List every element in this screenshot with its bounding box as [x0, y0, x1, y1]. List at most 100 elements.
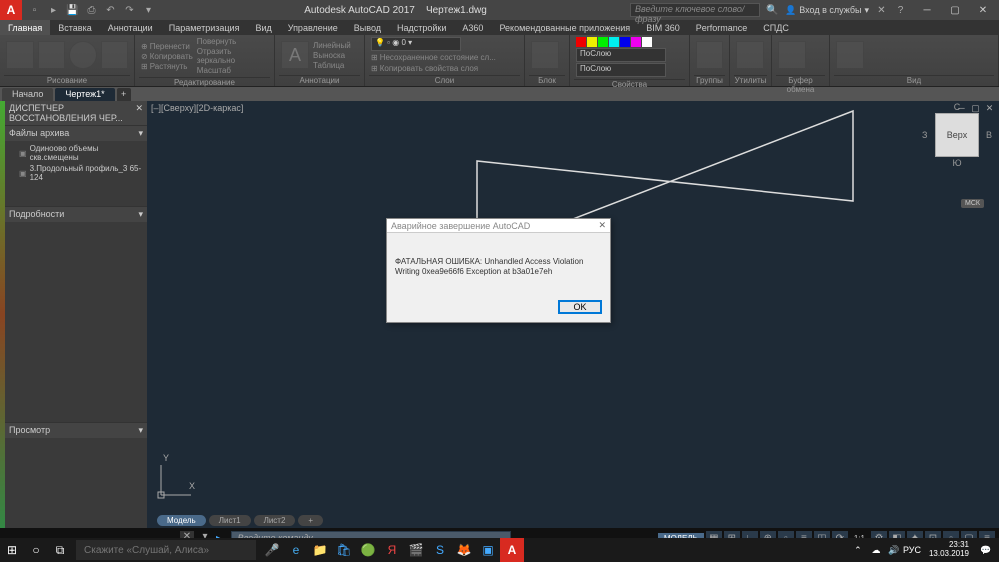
explorer-app-icon[interactable]: 📁 — [308, 538, 332, 562]
new-file-tab[interactable]: + — [117, 88, 131, 101]
tray-up-icon[interactable]: ⌃ — [851, 543, 865, 557]
archive-item[interactable]: 3.Продольный профиль_3 65-124 — [5, 163, 147, 183]
redo-icon[interactable]: ↷ — [123, 4, 136, 17]
panel-utils[interactable]: Утилиты — [734, 75, 767, 86]
model-tab[interactable]: Модель — [157, 515, 206, 526]
wcs-badge[interactable]: МСК — [961, 199, 984, 208]
movies-app-icon[interactable]: 🎬 — [404, 538, 428, 562]
circle-tool-icon[interactable] — [69, 41, 97, 69]
skype-app-icon[interactable]: S — [428, 538, 452, 562]
task-view-icon[interactable]: ⧉ — [48, 538, 72, 562]
tab-view[interactable]: Вид — [247, 20, 279, 35]
tab-a360[interactable]: A360 — [454, 20, 491, 35]
tray-volume-icon[interactable]: 🔊 — [887, 543, 901, 557]
mic-icon[interactable]: 🎤 — [260, 538, 284, 562]
table-tool[interactable]: Таблица — [313, 61, 351, 70]
stretch-tool[interactable]: ⊞ Растянуть — [141, 62, 193, 71]
panel-view[interactable]: Вид — [834, 75, 994, 86]
polyline-tool-icon[interactable] — [38, 41, 66, 69]
mirror-tool[interactable]: Отразить зеркально — [197, 47, 268, 65]
autocad-app-icon[interactable]: A — [500, 538, 524, 562]
arc-tool-icon[interactable] — [101, 41, 129, 69]
exchange-icon[interactable]: ✕ — [875, 4, 888, 17]
recovery-header[interactable]: ДИСПЕТЧЕР ВОССТАНОВЛЕНИЯ ЧЕР...✕ — [5, 101, 147, 125]
tab-parametric[interactable]: Параметризация — [161, 20, 248, 35]
tab-featured[interactable]: Рекомендованные приложения — [491, 20, 638, 35]
linetype-dropdown[interactable]: ПоСлою — [576, 63, 666, 77]
panel-edit[interactable]: Редактирование — [139, 77, 270, 87]
leader-tool[interactable]: Выноска — [313, 51, 351, 60]
group-icon[interactable] — [696, 41, 723, 69]
copy-tool[interactable]: ⊘ Копировать — [141, 52, 193, 61]
save-icon[interactable]: 💾 — [66, 4, 79, 17]
dialog-close-icon[interactable]: ✕ — [598, 220, 606, 231]
tab-home[interactable]: Главная — [0, 20, 50, 35]
measure-icon[interactable] — [736, 41, 764, 69]
archive-item[interactable]: Одиноово объемы скв.смещены — [5, 143, 147, 163]
details-section[interactable]: Подробности▾ — [5, 206, 147, 222]
dialog-titlebar[interactable]: Аварийное завершение AutoCAD ✕ — [387, 219, 610, 233]
line-tool-icon[interactable] — [6, 41, 34, 69]
paste-icon[interactable] — [778, 41, 806, 69]
viewcube-south[interactable]: Ю — [952, 158, 961, 168]
tab-performance[interactable]: Performance — [688, 20, 756, 35]
yandex-app-icon[interactable]: Я — [380, 538, 404, 562]
layout-tab-1[interactable]: Лист1 — [209, 515, 251, 526]
viewcube-north[interactable]: С — [954, 102, 961, 112]
tab-manage[interactable]: Управление — [280, 20, 346, 35]
panel-draw[interactable]: Рисование — [4, 75, 130, 86]
color-dropdown[interactable]: ПоСлою — [576, 48, 666, 62]
store-app-icon[interactable]: 🛍 — [332, 538, 356, 562]
firefox-app-icon[interactable]: 🦊 — [452, 538, 476, 562]
tab-insert[interactable]: Вставка — [50, 20, 99, 35]
keyword-search[interactable]: Введите ключевое слово/фразу — [630, 3, 760, 17]
edge-app-icon[interactable]: e — [284, 538, 308, 562]
tab-addins[interactable]: Надстройки — [389, 20, 454, 35]
maximize-button[interactable]: ▢ — [941, 0, 969, 20]
tab-annotate[interactable]: Аннотации — [100, 20, 161, 35]
layout-tab-add[interactable]: + — [298, 515, 323, 526]
tray-lang[interactable]: РУС — [905, 543, 919, 557]
panel-clip[interactable]: Буфер обмена — [776, 75, 825, 86]
print-icon[interactable]: ▾ — [142, 4, 155, 17]
viewcube-east[interactable]: В — [986, 130, 992, 140]
undo-icon[interactable]: ↶ — [104, 4, 117, 17]
ok-button[interactable]: OK — [558, 300, 602, 314]
preview-section[interactable]: Просмотр▾ — [5, 422, 147, 438]
block-insert-icon[interactable] — [531, 41, 559, 69]
close-button[interactable]: ✕ — [969, 0, 997, 20]
help-icon[interactable]: ? — [894, 4, 907, 17]
scale-tool[interactable]: Масштаб — [197, 66, 268, 75]
minimize-button[interactable]: ─ — [913, 0, 941, 20]
notifications-icon[interactable]: 💬 — [979, 543, 993, 557]
sign-in-menu[interactable]: 👤 Вход в службы ▾ — [785, 5, 869, 16]
panel-layers[interactable]: Слои — [369, 75, 520, 86]
move-tool[interactable]: ⊕ Перенести — [141, 42, 193, 51]
app-icon-2[interactable]: ▣ — [476, 538, 500, 562]
panel-groups[interactable]: Группы — [694, 75, 725, 86]
view-icon[interactable] — [836, 41, 864, 69]
rotate-tool[interactable]: Повернуть — [197, 37, 268, 46]
open-icon[interactable]: ▸ — [47, 4, 60, 17]
linear-dim-tool[interactable]: Линейный — [313, 41, 351, 50]
panel-block[interactable]: Блок — [529, 75, 565, 86]
viewcube[interactable]: Верх С Ю В З — [935, 113, 979, 157]
app-icon-1[interactable]: 🟢 — [356, 538, 380, 562]
saveas-icon[interactable]: ⎙ — [85, 4, 98, 17]
panel-annot[interactable]: Аннотации — [279, 75, 360, 86]
tray-cloud-icon[interactable]: ☁ — [869, 543, 883, 557]
start-button[interactable]: ⊞ — [0, 538, 24, 562]
new-icon[interactable]: ▫ — [28, 4, 41, 17]
layer-dropdown[interactable]: 💡 ▫ ◉ 0 ▾ — [371, 37, 461, 51]
tab-bim360[interactable]: BIM 360 — [638, 20, 688, 35]
search-icon[interactable]: 🔍 — [766, 4, 779, 17]
taskbar-clock[interactable]: 23:31 13.03.2019 — [923, 541, 975, 559]
file-tab-active[interactable]: Чертеж1* — [55, 88, 114, 101]
unsaved-layer-state[interactable]: ⊞ Несохраненное состояние сл... — [371, 53, 496, 62]
layer-tools[interactable]: ⊞ Копировать свойства слоя — [371, 64, 496, 73]
archive-section[interactable]: Файлы архива▾ — [5, 125, 147, 141]
layout-tab-2[interactable]: Лист2 — [254, 515, 296, 526]
file-tab-start[interactable]: Начало — [2, 88, 53, 101]
viewcube-west[interactable]: З — [922, 130, 927, 140]
text-tool-icon[interactable]: A — [281, 41, 309, 69]
